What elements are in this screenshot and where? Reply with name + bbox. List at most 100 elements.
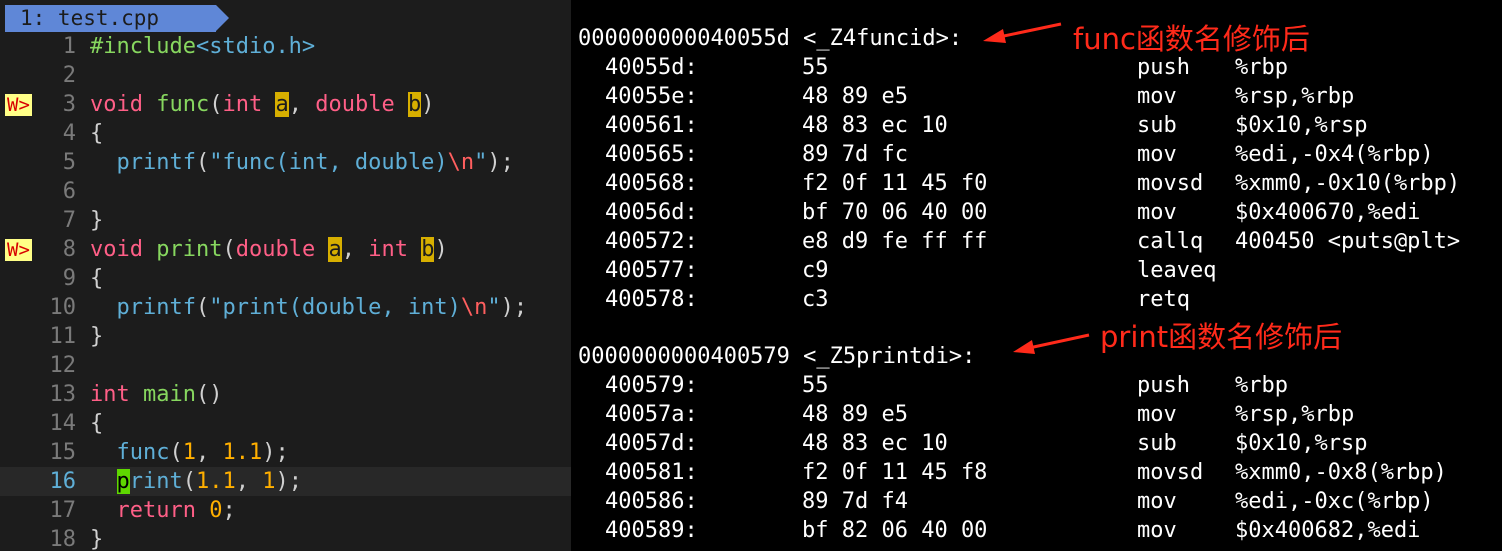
code-area[interactable]: 1 #include<stdio.h> 2 W> 3 void func(int a, d…	[0, 32, 571, 551]
line-number: 8	[62, 237, 76, 262]
code-token: void	[90, 92, 143, 117]
code-line[interactable]: 7}	[0, 206, 571, 235]
code-token: (	[195, 295, 210, 320]
code-token: "	[487, 295, 501, 320]
code-token: 1	[182, 440, 196, 465]
address: 400589:	[605, 518, 698, 543]
code-line[interactable]: 15 func(1, 1.1);	[0, 438, 571, 467]
code-line[interactable]: W> 8 void print(double a, int b)	[0, 235, 571, 264]
address: 400586:	[605, 489, 698, 514]
opcode-bytes: 48 83 ec 10	[802, 431, 948, 456]
code-token: double	[315, 92, 395, 117]
address: 400572:	[605, 229, 698, 254]
line-number: 4	[62, 121, 76, 146]
vim-editor-pane[interactable]: 1: test.cpp 1 #include<stdio.h> 2 W> 3 void f…	[0, 0, 571, 551]
address: 400565:	[605, 142, 698, 167]
opcode-bytes: f2 0f 11 45 f0	[802, 171, 988, 196]
disassembly-row: 400568: f2 0f 11 45 f0 movsd %xmm0,-0x10(%r…	[571, 169, 1502, 198]
code-text: }	[90, 206, 103, 235]
code-line[interactable]: 6	[0, 177, 571, 206]
code-text: printf("func(int, double)\n");	[90, 148, 514, 177]
code-line[interactable]: 1 #include<stdio.h>	[0, 32, 571, 61]
code-line[interactable]: 10 printf("print(double, int)\n");	[0, 293, 571, 322]
annotation-text: print函数名修饰后	[1100, 320, 1343, 354]
function-symbol-label: 000000000040055d <_Z4funcid>:	[578, 26, 963, 51]
code-token: );	[275, 469, 302, 494]
code-token: 1	[262, 469, 276, 494]
disassembly-row: 400589: bf 82 06 40 00 mov $0x400682,%edi	[571, 516, 1502, 545]
line-number: 9	[62, 266, 76, 291]
mnemonic: callq	[1137, 229, 1204, 254]
code-text: {	[90, 119, 103, 148]
code-line-current[interactable]: 16 print(1.1, 1);	[0, 467, 571, 496]
operands: $0x10,%rsp	[1235, 113, 1368, 138]
code-token: 1.1	[222, 440, 263, 465]
mnemonic: sub	[1137, 113, 1177, 138]
code-line[interactable]: 11}	[0, 322, 571, 351]
code-token: );	[487, 150, 514, 175]
line-number: 13	[49, 382, 77, 407]
code-line[interactable]: 14 {	[0, 409, 571, 438]
function-symbol-label: 0000000000400579 <_Z5printdi>:	[578, 344, 976, 369]
code-text: print(1.1, 1);	[90, 467, 302, 496]
code-token: \n	[447, 150, 475, 175]
code-text: }	[90, 322, 103, 351]
mnemonic: movsd	[1137, 171, 1204, 196]
code-line[interactable]: 12	[0, 351, 571, 380]
code-line[interactable]: 5 printf("func(int, double)\n");	[0, 148, 571, 177]
code-text: printf("print(double, int)\n");	[90, 293, 528, 322]
address: 400578:	[605, 287, 698, 312]
tab-arrow-icon	[216, 5, 229, 31]
opcode-bytes: 48 83 ec 10	[802, 113, 948, 138]
operands: %rbp	[1235, 55, 1288, 80]
line-number: 12	[49, 353, 77, 378]
disassembly-row: 400586: 89 7d f4 mov %edi,-0xc(%rbp)	[571, 487, 1502, 516]
code-line[interactable]: 4{	[0, 119, 571, 148]
code-line[interactable]: 13 int main()	[0, 380, 571, 409]
code-token: }	[90, 208, 104, 233]
code-token: b	[421, 237, 435, 262]
mnemonic: retq	[1137, 287, 1190, 312]
code-token: main	[143, 382, 196, 407]
code-token: double	[235, 237, 316, 262]
code-line[interactable]: 18}	[0, 525, 571, 551]
disassembly-row: 400577: c9 leaveq	[571, 256, 1502, 285]
address: 40057d:	[605, 431, 698, 456]
mnemonic: leaveq	[1137, 258, 1217, 283]
line-number: 5	[62, 150, 76, 175]
opcode-bytes: e8 d9 fe ff ff	[802, 229, 988, 254]
tabline: 1: test.cpp	[0, 0, 571, 32]
disassembly-row: 400572: e8 d9 fe ff ff callq 400450 <puts@p…	[571, 227, 1502, 256]
objdump-terminal-pane[interactable]: 000000000040055d <_Z4funcid>: func函数名修饰后 4…	[571, 0, 1502, 551]
code-line[interactable]: W> 3 void func(int a, double b)	[0, 90, 571, 119]
code-token: (	[209, 92, 223, 117]
opcode-bytes: bf 82 06 40 00	[802, 518, 988, 543]
code-token: 1.1	[195, 469, 236, 494]
code-text: void print(double a, int b)	[90, 235, 448, 264]
line-number: 14	[49, 411, 77, 436]
code-line[interactable]: 17 return 0;	[0, 496, 571, 525]
tab-test-cpp[interactable]: 1: test.cpp	[5, 5, 216, 32]
code-token: "print(double, int)	[209, 295, 461, 320]
line-number: 3	[62, 92, 76, 117]
mnemonic: push	[1137, 55, 1190, 80]
code-token: ()	[195, 382, 223, 407]
code-token: a	[328, 237, 342, 262]
code-line[interactable]: 9{	[0, 264, 571, 293]
code-token: void	[90, 237, 143, 262]
opcode-bytes: 89 7d fc	[802, 142, 908, 167]
operands: %edi,-0xc(%rbp)	[1235, 489, 1434, 514]
mnemonic: mov	[1137, 142, 1177, 167]
opcode-bytes: c9	[802, 258, 829, 283]
code-token: printf	[116, 295, 196, 320]
code-text: func(1, 1.1);	[90, 438, 289, 467]
disassembly-row: 400565: 89 7d fc mov %edi,-0x4(%rbp)	[571, 140, 1502, 169]
opcode-bytes: 48 89 e5	[802, 84, 908, 109]
disassembly-row: 40057d: 48 83 ec 10 sub $0x10,%rsp	[571, 429, 1502, 458]
code-line[interactable]: 2	[0, 61, 571, 90]
